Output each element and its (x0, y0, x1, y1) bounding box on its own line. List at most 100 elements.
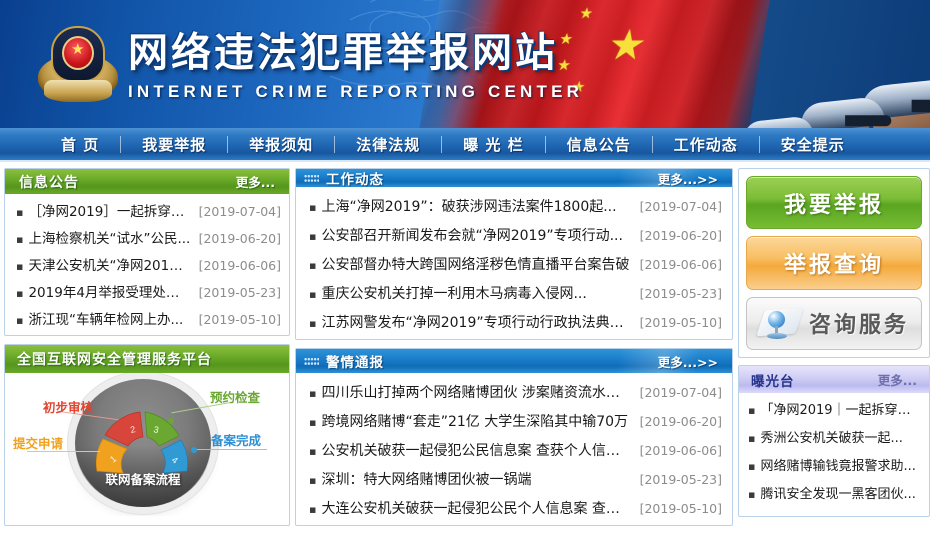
news-title[interactable]: 重庆公安机关打掉一利用木马病毒入侵网... (321, 280, 586, 308)
more-link-work-news[interactable]: 更多...>> (658, 169, 718, 187)
list-item[interactable]: ▪ 上海检察机关“试水”公民... [2019-06-20] (13, 225, 281, 252)
bullet-icon: ▪ (309, 387, 317, 400)
news-title[interactable]: 「净网2019｜一起拆穿网 ... (760, 397, 923, 425)
news-list-info-notice: ▪ ［净网2019］一起拆穿网络... [2019-07-04] ▪ 上海检察机… (13, 198, 281, 333)
consult-service-button[interactable]: 咨询服务 (746, 296, 922, 350)
grid-dots-icon (304, 356, 319, 366)
more-link-exposure[interactable]: 更多... (878, 370, 917, 389)
nav-item-report[interactable]: 我要举报 (121, 134, 227, 155)
news-list-alert-report: ▪ 四川乐山打掉两个网络赌博团伙 涉案赌资流水过亿元 [2019-07-04] … (306, 378, 722, 523)
panel-work-news: 工作动态 更多...>> ▪ 上海“净网2019”：破获涉网违法案件1800起.… (295, 168, 733, 340)
nav-item-notice[interactable]: 举报须知 (228, 134, 334, 155)
table-row[interactable]: ▪ 深圳：特大网络赌博团伙被一锅端 [2019-05-23] (306, 465, 722, 494)
banner-title-block: 网络违法犯罪举报网站 INTERNET CRIME REPORTING CENT… (128, 20, 583, 102)
panel-header-info-notice: 信息公告 更多... (5, 169, 289, 194)
query-report-button[interactable]: 举报查询 (746, 236, 922, 290)
news-title[interactable]: 公安部督办特大跨国网络淫秽色情直播平台案告破 (321, 251, 629, 279)
table-row[interactable]: ▪ 上海“净网2019”：破获涉网违法案件1800起... [2019-07-0… (306, 192, 722, 221)
bullet-icon: ▪ (16, 206, 24, 219)
table-row[interactable]: ▪ 跨境网络赌博“套走”21亿 大学生深陷其中输70万 [2019-06-20] (306, 407, 722, 436)
diagram-dot-step-3 (168, 418, 174, 424)
nav-item-exposure[interactable]: 曝 光 栏 (442, 134, 544, 155)
bullet-icon: ▪ (309, 230, 317, 243)
table-row[interactable]: ▪ 重庆公安机关打掉一利用木马病毒入侵网... [2019-05-23] (306, 279, 722, 308)
list-item[interactable]: ▪ ［净网2019］一起拆穿网络... [2019-07-04] (13, 198, 281, 225)
diagram-dot-step-4 (191, 447, 197, 453)
main-navigation[interactable]: 首 页 我要举报 举报须知 法律法规 曝 光 栏 信息公告 工作动态 安全提示 (0, 128, 930, 162)
news-date: [2019-05-23] (639, 286, 722, 301)
panel-header-work-news: 工作动态 更多...>> (296, 169, 732, 187)
bullet-icon: ▪ (16, 260, 24, 273)
site-banner: e e ★ ★ ★ ★ ★ 网络违法犯 (0, 0, 930, 128)
site-title-en: INTERNET CRIME REPORTING CENTER (128, 82, 584, 101)
news-title[interactable]: 天津公安机关“净网2019... (28, 253, 190, 279)
bullet-icon: ▪ (309, 445, 317, 458)
left-column: 信息公告 更多... ▪ ［净网2019］一起拆穿网络... [2019-07-… (4, 168, 290, 544)
nav-item-laws[interactable]: 法律法规 (335, 134, 441, 155)
bullet-icon: ▪ (309, 288, 317, 301)
table-row[interactable]: ▪ 公安机关破获一起侵犯公民信息案 查获个人信息近亿条 [2019-06-06] (306, 436, 722, 465)
news-list-exposure: ▪ 「净网2019｜一起拆穿网 ... ▪ 秀洲公安机关破获一起... ▪ 网络… (745, 397, 923, 509)
news-date: [2019-07-04] (639, 385, 722, 400)
bullet-icon: ▪ (309, 317, 317, 330)
news-title[interactable]: 腾讯安全发现一黑客团伙... (760, 481, 915, 509)
news-date: [2019-07-04] (639, 199, 722, 214)
list-item[interactable]: ▪ 腾讯安全发现一黑客团伙... (745, 481, 923, 509)
table-row[interactable]: ▪ 公安部召开新闻发布会就“净网2019”专项行动... [2019-06-20… (306, 221, 722, 250)
table-row[interactable]: ▪ 公安部督办特大跨国网络淫秽色情直播平台案告破 [2019-06-06] (306, 250, 722, 279)
diagram-dot-step-1 (100, 448, 106, 454)
table-row[interactable]: ▪ 江苏网警发布“净网2019”专项行动行政执法典型案例 [2019-05-10… (306, 308, 722, 337)
middle-column: 工作动态 更多...>> ▪ 上海“净网2019”：破获涉网违法案件1800起.… (295, 168, 733, 544)
panel-title-platform: 全国互联网安全管理服务平台 (17, 352, 212, 368)
nav-item-home[interactable]: 首 页 (40, 134, 120, 155)
grid-dots-icon (304, 173, 319, 183)
list-item[interactable]: ▪ 浙江现“车辆年检网上办... [2019-05-10] (13, 306, 281, 333)
report-button[interactable]: 我要举报 (746, 176, 922, 230)
news-date: [2019-05-10] (639, 315, 722, 330)
bullet-icon: ▪ (16, 314, 24, 327)
nav-item-worknews[interactable]: 工作动态 (653, 134, 759, 155)
list-item[interactable]: ▪ 天津公安机关“净网2019... [2019-06-06] (13, 252, 281, 279)
news-date: [2019-06-20] (639, 228, 722, 243)
diagram-label-step-3: 预约检查 (210, 390, 261, 405)
list-item[interactable]: ▪ 网络赌博输钱竟报警求助... (745, 453, 923, 481)
list-item[interactable]: ▪ 2019年4月举报受理处置情况 [2019-05-23] (13, 279, 281, 306)
diagram-leader-4 (195, 449, 267, 450)
news-title[interactable]: 公安机关破获一起侵犯公民信息案 查获个人信息近亿条 (321, 437, 631, 465)
bullet-icon: ▪ (309, 474, 317, 487)
news-title[interactable]: 上海检察机关“试水”公民... (28, 226, 190, 252)
page-root: e e ★ ★ ★ ★ ★ 网络违法犯 (0, 0, 930, 544)
news-title[interactable]: 浙江现“车辆年检网上办... (28, 307, 183, 333)
list-item[interactable]: ▪ 秀洲公安机关破获一起... (745, 425, 923, 453)
news-title[interactable]: 公安部召开新闻发布会就“净网2019”专项行动... (321, 222, 622, 250)
news-title[interactable]: 上海“净网2019”：破获涉网违法案件1800起... (321, 193, 616, 221)
panel-title-info-notice: 信息公告 (19, 174, 79, 191)
table-row[interactable]: ▪ 四川乐山打掉两个网络赌博团伙 涉案赌资流水过亿元 [2019-07-04] (306, 378, 722, 407)
news-title[interactable]: 深圳：特大网络赌博团伙被一锅端 (321, 466, 531, 494)
news-title[interactable]: 江苏网警发布“净网2019”专项行动行政执法典型案例 (321, 309, 631, 337)
panel-header-exposure: 曝光台 更多... (739, 366, 929, 393)
news-title[interactable]: 跨境网络赌博“套走”21亿 大学生深陷其中输70万 (321, 408, 628, 436)
nav-item-bulletin[interactable]: 信息公告 (546, 134, 652, 155)
diagram-dot-step-2 (125, 421, 131, 427)
news-title[interactable]: 网络赌博输钱竟报警求助... (760, 453, 915, 481)
panel-platform: 全国互联网安全管理服务平台 1 2 3 4 提交申请 初步审核 预约检查 备案完… (4, 344, 290, 526)
panel-title-work-news: 工作动态 (326, 172, 384, 187)
site-title-cn: 网络违法犯罪举报网站 (128, 30, 558, 76)
news-title[interactable]: 四川乐山打掉两个网络赌博团伙 涉案赌资流水过亿元 (321, 379, 631, 407)
news-title[interactable]: ［净网2019］一起拆穿网络... (28, 199, 190, 225)
bullet-icon: ▪ (748, 432, 756, 445)
more-link-alert-report[interactable]: 更多...>> (658, 352, 718, 371)
nav-item-safety[interactable]: 安全提示 (760, 134, 866, 155)
news-title[interactable]: 大连公安机关破获一起侵犯公民个人信息案 查获... (321, 495, 631, 523)
more-link-info-notice[interactable]: 更多... (236, 172, 275, 191)
news-title[interactable]: 秀洲公安机关破获一起... (760, 425, 902, 453)
bullet-icon: ▪ (16, 233, 24, 246)
consult-service-label: 咨询服务 (808, 313, 909, 339)
bullet-icon: ▪ (16, 287, 24, 300)
news-title[interactable]: 2019年4月举报受理处置情况 (28, 280, 190, 306)
news-date: [2019-06-20] (198, 231, 281, 246)
list-item[interactable]: ▪ 「净网2019｜一起拆穿网 ... (745, 397, 923, 425)
table-row[interactable]: ▪ 大连公安机关破获一起侵犯公民个人信息案 查获... [2019-05-10] (306, 494, 722, 523)
diagram-label-step-1: 提交申请 (13, 436, 64, 451)
